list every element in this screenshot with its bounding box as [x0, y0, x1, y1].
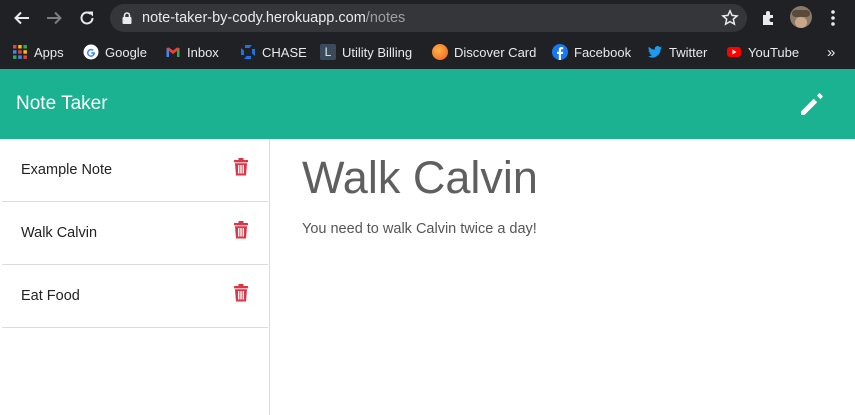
bookmark-label: Facebook: [574, 44, 632, 60]
arrow-right-icon: [47, 11, 62, 25]
bookmark-label: Inbox: [187, 44, 219, 60]
app-navbar: Note Taker: [0, 69, 855, 139]
forward-button[interactable]: [42, 6, 66, 30]
gmail-icon: [165, 44, 181, 60]
apps-grid-icon: [12, 44, 28, 60]
reload-icon: [80, 11, 94, 25]
bookmark-label: Google: [105, 44, 147, 60]
note-textarea[interactable]: You need to walk Calvin twice a day!: [302, 219, 537, 239]
bookmarks-bar: Apps Google Inbox CHASE L Utility Billing…: [0, 36, 855, 69]
bookmark-label: Apps: [34, 44, 64, 60]
bookmark-label: Twitter: [669, 44, 708, 60]
bookmark-facebook[interactable]: Facebook: [552, 40, 631, 64]
trash-icon[interactable]: [233, 221, 249, 239]
chase-icon: [240, 44, 256, 60]
pencil-icon[interactable]: [797, 89, 827, 119]
bookmarks-overflow-button[interactable]: »: [827, 40, 835, 64]
list-item[interactable]: Walk Calvin: [2, 202, 268, 265]
note-item-title: Walk Calvin: [21, 225, 98, 241]
bookmark-label: Utility Billing: [342, 44, 413, 60]
utility-billing-icon: L: [320, 44, 336, 60]
bookmark-label: CHASE: [262, 44, 307, 60]
avatar-face: [795, 17, 807, 28]
list-item[interactable]: Eat Food: [2, 265, 268, 328]
url-text: note-taker-by-cody.herokuapp.com/notes: [142, 4, 405, 32]
bookmark-chase[interactable]: CHASE: [240, 40, 307, 64]
bookmark-google[interactable]: Google: [83, 40, 147, 64]
arrow-left-icon: [14, 11, 29, 25]
youtube-icon: [726, 44, 742, 60]
bookmark-label: YouTube: [748, 44, 800, 60]
bookmark-star-icon[interactable]: [721, 9, 739, 27]
bookmark-utility-billing[interactable]: L Utility Billing: [320, 40, 412, 64]
bookmark-label: Discover Card: [454, 44, 537, 60]
note-list: Example Note Walk Calvin Eat Food: [0, 139, 270, 415]
more-vert-icon[interactable]: [826, 9, 840, 27]
note-item-title: Eat Food: [21, 288, 80, 304]
url-path: /notes: [365, 10, 406, 26]
twitter-icon: [647, 44, 663, 60]
bookmark-twitter[interactable]: Twitter: [647, 40, 707, 64]
browser-toolbar: note-taker-by-cody.herokuapp.com/notes: [0, 0, 855, 36]
note-item-title: Example Note: [21, 162, 113, 178]
trash-icon[interactable]: [233, 158, 249, 176]
back-button[interactable]: [10, 6, 34, 30]
browser-chrome: note-taker-by-cody.herokuapp.com/notes A…: [0, 0, 855, 69]
bookmark-discover-card[interactable]: Discover Card: [432, 40, 536, 64]
app-title[interactable]: Note Taker: [16, 69, 108, 139]
discover-icon: [432, 44, 448, 60]
address-bar[interactable]: note-taker-by-cody.herokuapp.com/notes: [110, 4, 747, 32]
url-host: note-taker-by-cody.herokuapp.com: [142, 10, 366, 26]
lock-icon: [122, 12, 132, 24]
google-icon: [83, 44, 99, 60]
reload-button[interactable]: [75, 6, 99, 30]
bookmark-inbox[interactable]: Inbox: [165, 40, 219, 64]
bookmark-youtube[interactable]: YouTube: [726, 40, 799, 64]
trash-icon[interactable]: [233, 284, 249, 302]
bookmark-apps[interactable]: Apps: [12, 40, 64, 64]
list-item[interactable]: Example Note: [2, 139, 268, 202]
avatar-hair: [792, 10, 810, 17]
note-title[interactable]: Walk Calvin: [302, 150, 538, 206]
profile-avatar[interactable]: [790, 6, 812, 28]
facebook-icon: [552, 44, 568, 60]
extensions-puzzle-icon[interactable]: [760, 9, 778, 27]
